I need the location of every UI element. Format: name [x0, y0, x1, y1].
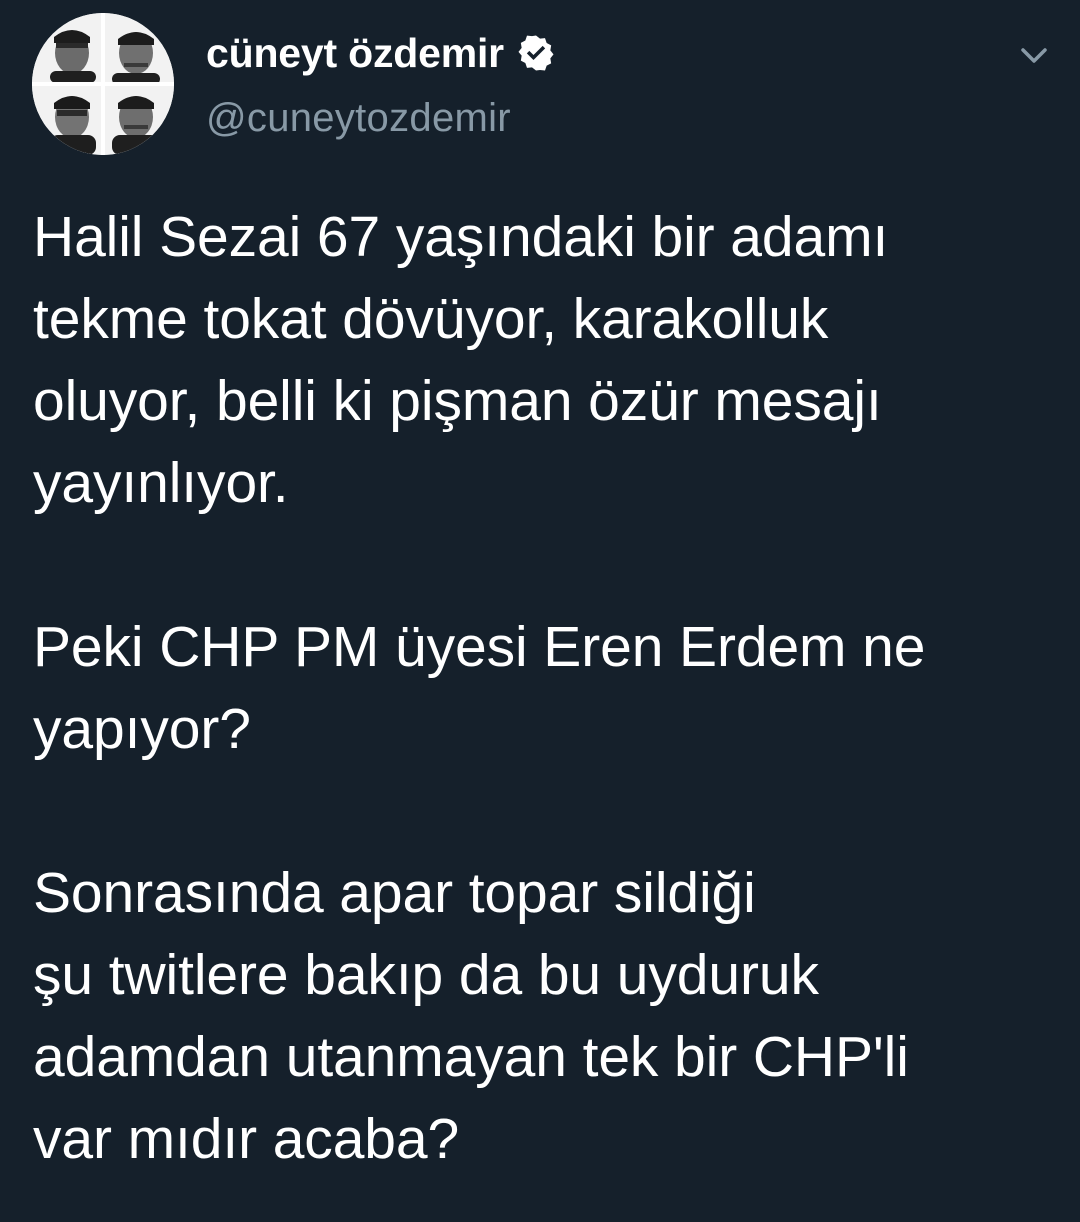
author-name-row: cüneyt özdemir	[206, 28, 556, 78]
tweet-text: Halil Sezai 67 yaşındaki bir adamı tekme…	[33, 196, 1063, 1180]
tweet-line: şu twitlere bakıp da bu uyduruk	[33, 943, 819, 1007]
author-display-name[interactable]: cüneyt özdemir	[206, 30, 504, 77]
chevron-down-icon[interactable]	[1014, 36, 1054, 76]
avatar[interactable]	[32, 13, 174, 155]
tweet-line: oluyor, belli ki pişman özür mesajı	[33, 369, 882, 433]
tweet-line: var mıdır acaba?	[33, 1107, 460, 1171]
tweet: cüneyt özdemir @cuneytozdemir Halil Seza…	[0, 0, 1080, 1222]
tweet-line: yapıyor?	[33, 697, 251, 761]
tweet-line: Halil Sezai 67 yaşındaki bir adamı	[33, 205, 889, 269]
avatar-image	[32, 13, 174, 155]
tweet-line: tekme tokat dövüyor, karakolluk	[33, 287, 829, 351]
author-handle[interactable]: @cuneytozdemir	[206, 96, 511, 141]
tweet-paragraph: Halil Sezai 67 yaşındaki bir adamı tekme…	[33, 196, 1063, 524]
tweet-line: adamdan utanmayan tek bir CHP'li	[33, 1025, 909, 1089]
tweet-paragraph: Sonrasında apar topar sildiği şu twitler…	[33, 852, 1063, 1180]
verified-badge-icon	[518, 35, 554, 71]
tweet-line: yayınlıyor.	[33, 451, 289, 515]
tweet-line: Sonrasında apar topar sildiği	[33, 861, 756, 925]
tweet-paragraph: Peki CHP PM üyesi Eren Erdem ne yapıyor?	[33, 606, 1063, 770]
tweet-line: Peki CHP PM üyesi Eren Erdem ne	[33, 615, 926, 679]
